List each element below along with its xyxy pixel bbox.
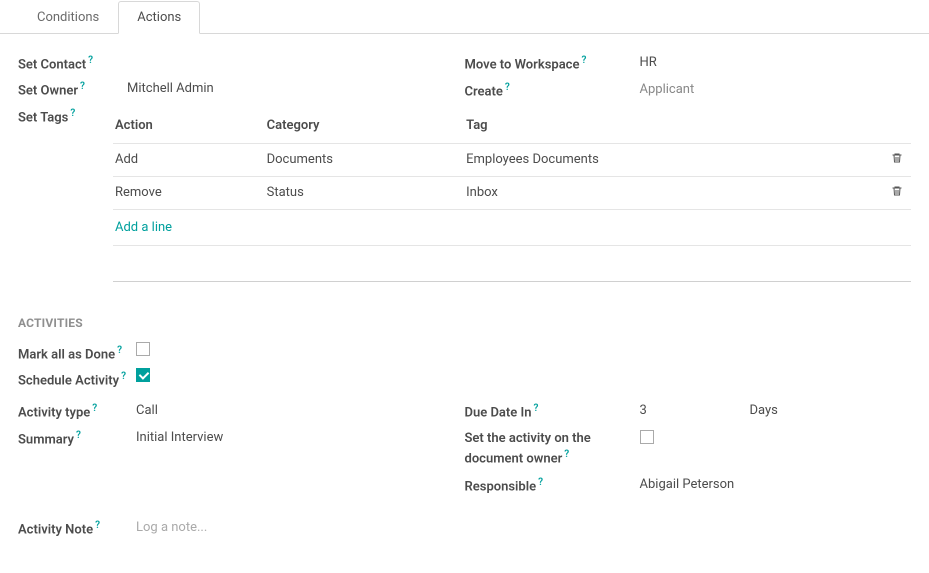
label-due-date: Due Date In?: [465, 400, 640, 420]
tab-conditions[interactable]: Conditions: [18, 1, 118, 34]
label-mark-done: Mark all as Done?: [18, 342, 136, 362]
label-set-contact: Set Contact?: [18, 52, 113, 72]
label-set-tags: Set Tags?: [18, 105, 113, 125]
set-on-owner-checkbox[interactable]: [640, 430, 654, 444]
cell-action[interactable]: Remove: [113, 176, 265, 209]
cell-tag[interactable]: Inbox: [464, 176, 885, 209]
tab-bar: Conditions Actions: [0, 0, 929, 34]
help-icon[interactable]: ?: [92, 403, 97, 414]
activity-note-input[interactable]: [136, 517, 836, 538]
help-icon[interactable]: ?: [581, 55, 586, 66]
cell-action[interactable]: Add: [113, 143, 265, 176]
move-workspace-input[interactable]: HR: [640, 52, 657, 73]
activity-type-input[interactable]: Call: [136, 400, 158, 421]
responsible-input[interactable]: Abigail Peterson: [640, 474, 735, 495]
help-icon[interactable]: ?: [505, 82, 510, 93]
help-icon[interactable]: ?: [76, 430, 81, 441]
add-line-button[interactable]: Add a line: [113, 209, 911, 245]
delete-row-button[interactable]: [885, 143, 911, 176]
cell-category[interactable]: Documents: [265, 143, 465, 176]
label-activity-note: Activity Note?: [18, 517, 136, 537]
set-owner-input[interactable]: Mitchell Admin: [127, 78, 214, 99]
cell-category[interactable]: Status: [265, 176, 465, 209]
tab-actions[interactable]: Actions: [118, 1, 200, 34]
help-icon[interactable]: ?: [95, 520, 100, 531]
delete-row-button[interactable]: [885, 176, 911, 209]
schedule-activity-checkbox[interactable]: [136, 368, 150, 382]
table-row[interactable]: Add Documents Employees Documents: [113, 143, 911, 176]
label-summary: Summary?: [18, 427, 136, 447]
label-set-on-owner: Set the activity on the document owner?: [465, 427, 640, 467]
help-icon[interactable]: ?: [534, 403, 539, 414]
summary-input[interactable]: Initial Interview: [136, 427, 223, 448]
label-move-workspace: Move to Workspace?: [465, 52, 620, 72]
help-icon[interactable]: ?: [538, 477, 543, 488]
section-activities: ACTIVITIES: [18, 316, 911, 330]
due-date-input[interactable]: 3: [640, 400, 660, 421]
label-schedule-activity: Schedule Activity?: [18, 368, 136, 388]
help-icon[interactable]: ?: [88, 55, 93, 66]
trash-icon: [891, 153, 903, 168]
help-icon[interactable]: ?: [80, 81, 85, 92]
table-row[interactable]: Remove Status Inbox: [113, 176, 911, 209]
help-icon[interactable]: ?: [121, 371, 126, 382]
create-input[interactable]: Applicant: [640, 79, 695, 100]
help-icon[interactable]: ?: [70, 108, 75, 119]
label-set-owner: Set Owner?: [18, 78, 113, 98]
label-activity-type: Activity type?: [18, 400, 136, 420]
cell-tag[interactable]: Employees Documents: [464, 143, 885, 176]
label-responsible: Responsible?: [465, 474, 640, 494]
due-date-unit[interactable]: Days: [750, 400, 778, 421]
help-icon[interactable]: ?: [117, 345, 122, 356]
help-icon[interactable]: ?: [564, 449, 569, 460]
mark-done-checkbox[interactable]: [136, 342, 150, 356]
label-create: Create?: [465, 79, 620, 99]
trash-icon: [891, 186, 903, 201]
